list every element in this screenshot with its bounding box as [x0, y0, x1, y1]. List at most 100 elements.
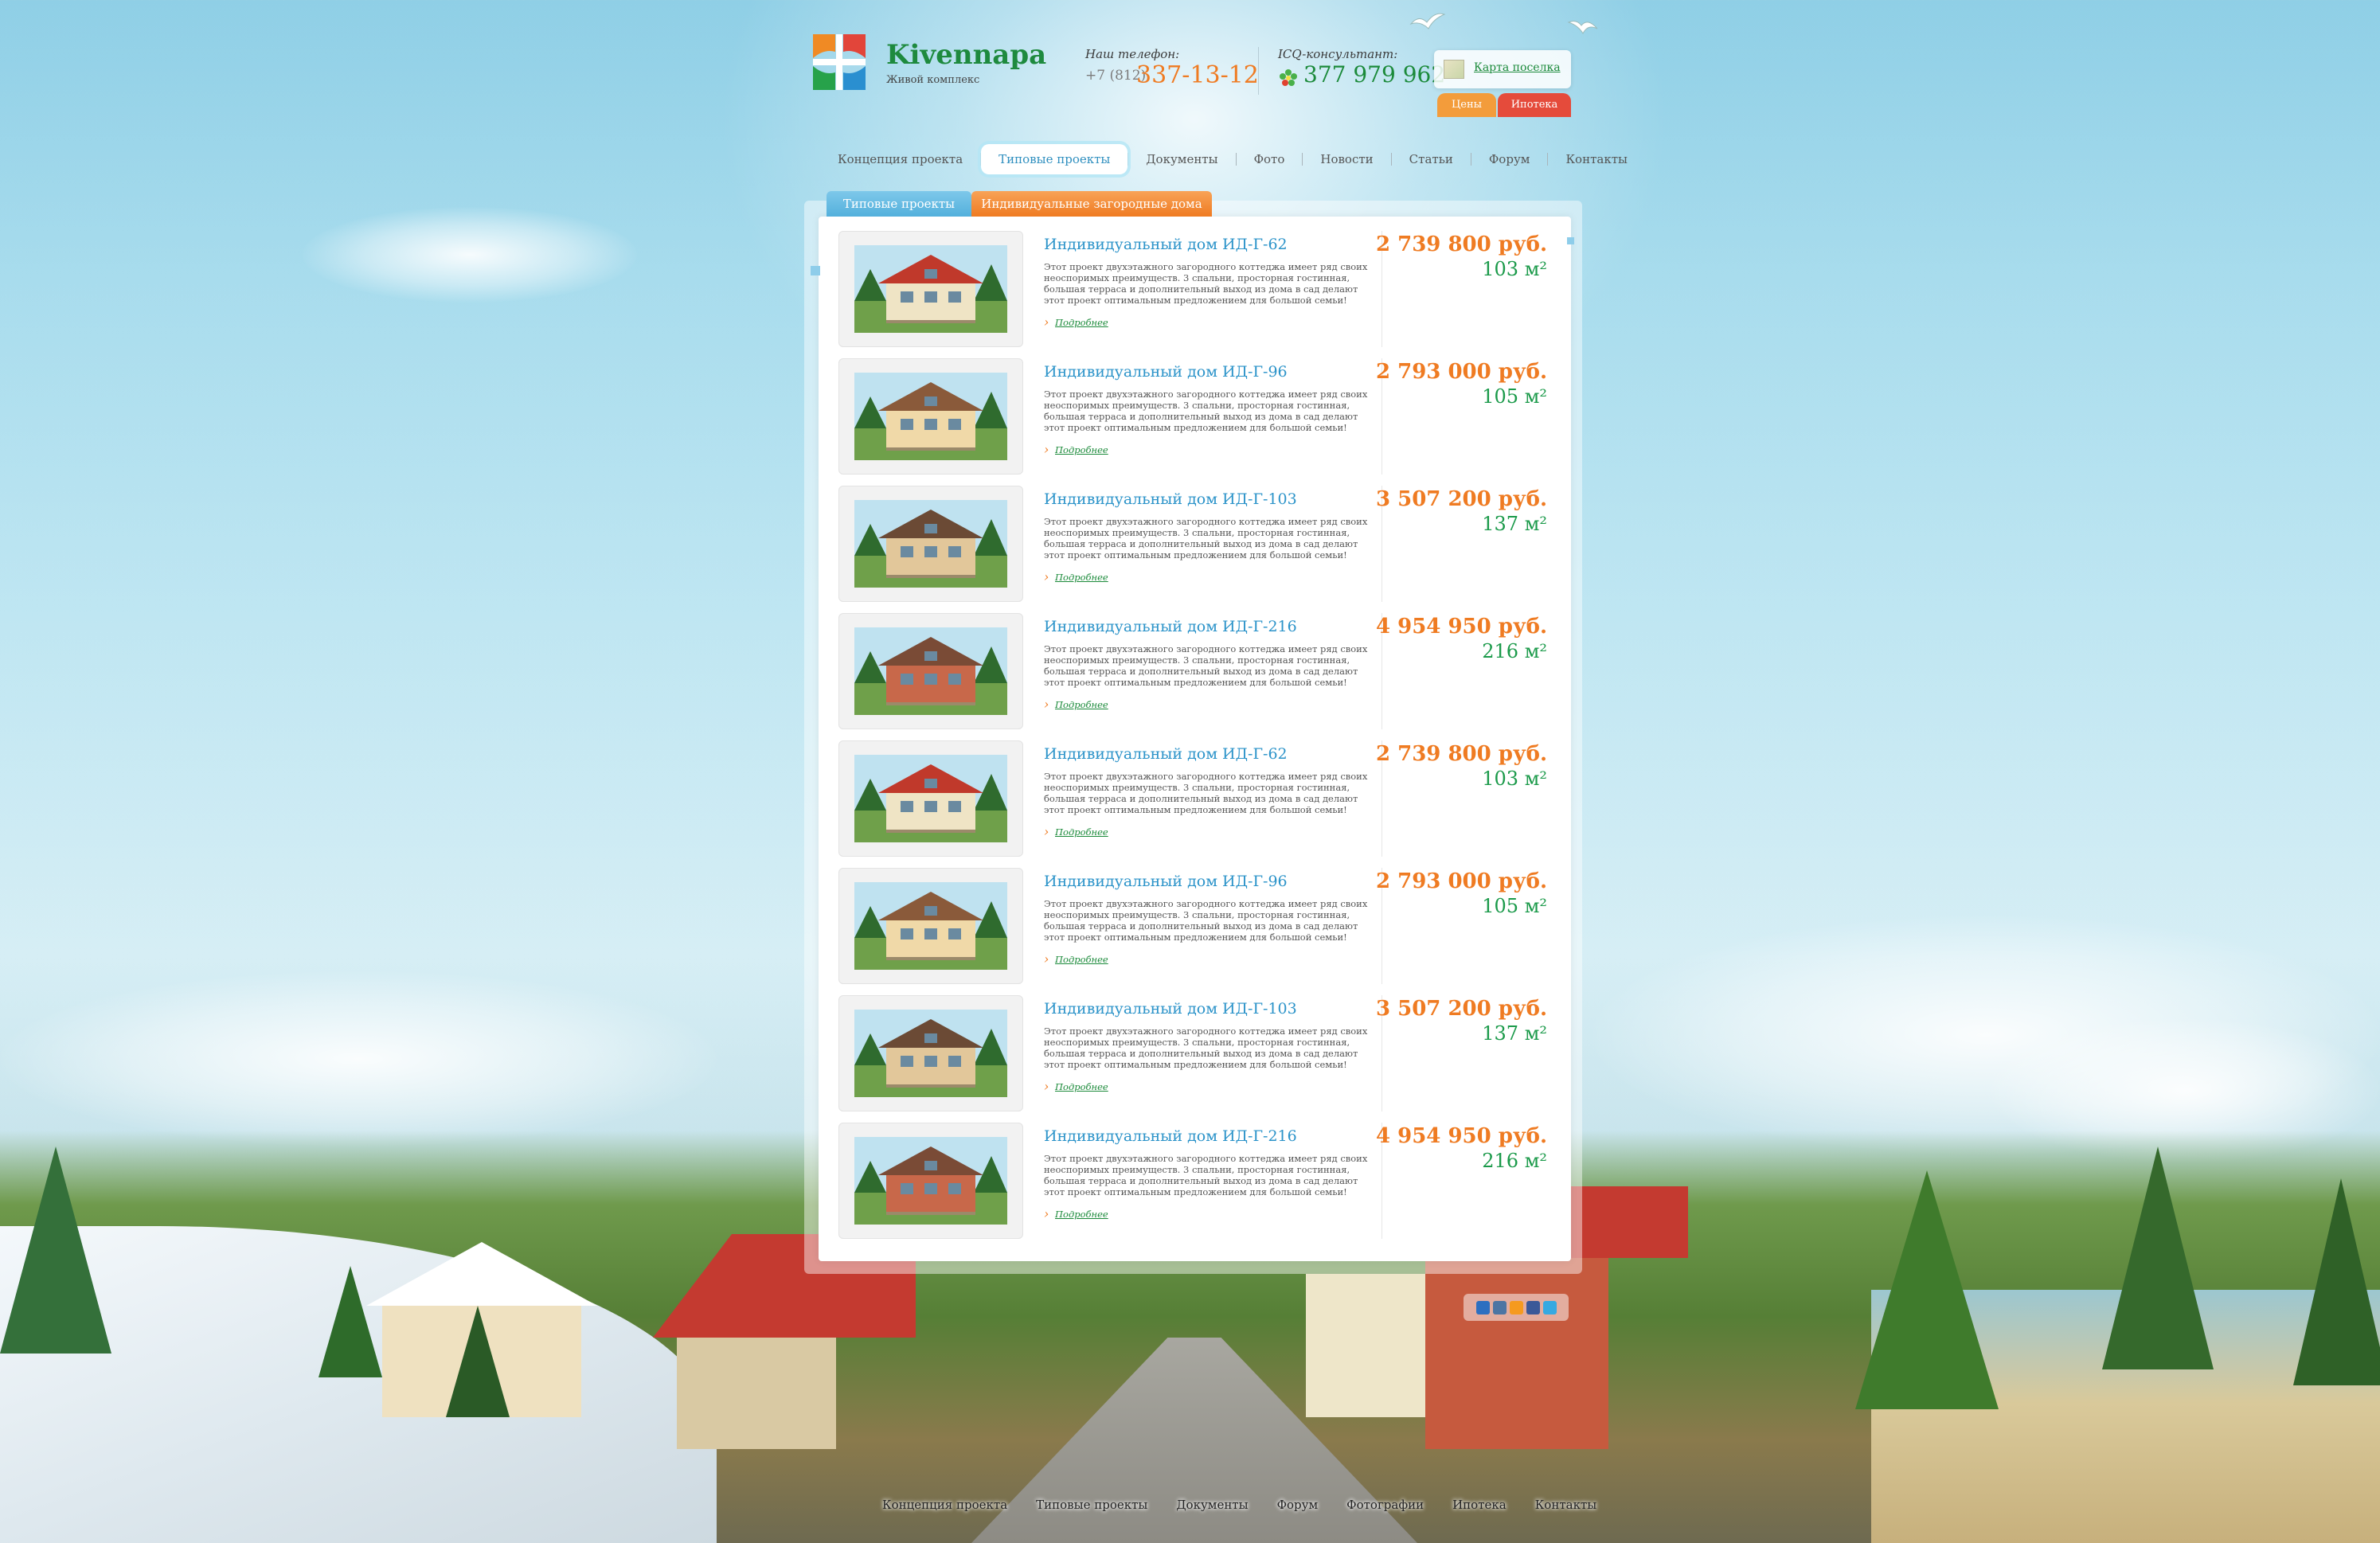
- house-thumbnail[interactable]: [854, 373, 1007, 460]
- house-thumbnail-frame[interactable]: [838, 231, 1023, 347]
- nav-item-photo[interactable]: Фото: [1237, 144, 1303, 174]
- listing-title[interactable]: Индивидуальный дом ИД-Г-216: [1044, 1127, 1297, 1145]
- listing-more-link[interactable]: Подробнее: [1044, 697, 1108, 712]
- listing-description: Этот проект двухэтажного загородного кот…: [1044, 516, 1368, 561]
- listing-title[interactable]: Индивидуальный дом ИД-Г-103: [1044, 1000, 1297, 1018]
- logo-icon[interactable]: [808, 31, 870, 93]
- mail-share-icon[interactable]: [1475, 1300, 1490, 1314]
- house-thumbnail[interactable]: [854, 1137, 1007, 1225]
- phone-number: 337-13-12: [1136, 61, 1259, 89]
- prices-button[interactable]: Цены: [1437, 93, 1496, 117]
- house-thumbnail[interactable]: [854, 882, 1007, 970]
- listing-area: 137 м²: [1482, 1022, 1547, 1045]
- listing-area: 216 м²: [1482, 1150, 1547, 1172]
- listing-item: Индивидуальный дом ИД-Г-62 Этот проект д…: [838, 231, 1571, 347]
- listing-description: Этот проект двухэтажного загородного кот…: [1044, 1025, 1368, 1070]
- listing-price: 2 739 800 руб.: [1375, 742, 1547, 766]
- footer-item-typical-projects[interactable]: Типовые проекты: [1022, 1498, 1162, 1512]
- scene-roof: [366, 1242, 597, 1306]
- listing-item: Индивидуальный дом ИД-Г-103 Этот проект …: [838, 995, 1571, 1111]
- house-thumbnail-frame[interactable]: [838, 613, 1023, 729]
- house-thumbnail-frame[interactable]: [838, 868, 1023, 984]
- listing-description: Этот проект двухэтажного загородного кот…: [1044, 261, 1368, 306]
- tab-typical-projects[interactable]: Типовые проекты: [827, 191, 971, 217]
- odnoklassniki-share-icon[interactable]: [1509, 1300, 1523, 1314]
- house-thumbnail-frame[interactable]: [838, 995, 1023, 1111]
- listing-price: 4 954 950 руб.: [1375, 1124, 1547, 1148]
- listing-more-link[interactable]: Подробнее: [1044, 951, 1108, 967]
- nav-item-documents[interactable]: Документы: [1128, 144, 1235, 174]
- scene-tree: [2293, 1178, 2380, 1385]
- listing-more-link[interactable]: Подробнее: [1044, 824, 1108, 839]
- social-share-bar: [1464, 1294, 1569, 1321]
- listing-price: 2 793 000 руб.: [1375, 869, 1547, 893]
- footer-item-documents[interactable]: Документы: [1162, 1498, 1262, 1512]
- map-icon: [1444, 60, 1464, 79]
- house-thumbnail[interactable]: [854, 500, 1007, 588]
- house-thumbnail-frame[interactable]: [838, 358, 1023, 475]
- listing-description: Этот проект двухэтажного загородного кот…: [1044, 898, 1368, 943]
- listing-more-link[interactable]: Подробнее: [1044, 442, 1108, 457]
- listing-title[interactable]: Индивидуальный дом ИД-Г-96: [1044, 363, 1288, 381]
- village-map-link[interactable]: Карта поселка: [1474, 61, 1561, 74]
- house-thumbnail[interactable]: [854, 245, 1007, 333]
- header-divider: [1258, 47, 1259, 95]
- listing-area: 105 м²: [1482, 385, 1547, 408]
- cloud: [303, 207, 637, 303]
- main-nav: Концепция проекта Типовые проекты Докуме…: [820, 142, 1645, 177]
- footer-item-mortgage[interactable]: Ипотека: [1438, 1498, 1521, 1512]
- brand-tagline: Живой комплекс: [886, 74, 980, 86]
- vk-share-icon[interactable]: [1492, 1300, 1507, 1314]
- scene-house: [677, 1338, 836, 1449]
- footer-item-concept[interactable]: Концепция проекта: [868, 1498, 1022, 1512]
- mortgage-button[interactable]: Ипотека: [1498, 93, 1571, 117]
- house-thumbnail-frame[interactable]: [838, 740, 1023, 857]
- nav-item-news[interactable]: Новости: [1303, 144, 1390, 174]
- house-thumbnail-frame[interactable]: [838, 1123, 1023, 1239]
- tab-individual-houses[interactable]: Индивидуальные загородные дома: [971, 191, 1212, 217]
- scene-tree: [319, 1266, 382, 1377]
- icq-flower-icon: [1280, 69, 1297, 86]
- house-thumbnail[interactable]: [854, 755, 1007, 842]
- twitter-share-icon[interactable]: [1542, 1300, 1557, 1314]
- nav-item-contacts[interactable]: Контакты: [1548, 144, 1645, 174]
- listing-item: Индивидуальный дом ИД-Г-103 Этот проект …: [838, 486, 1571, 602]
- nav-item-typical-projects[interactable]: Типовые проекты: [981, 144, 1128, 174]
- house-thumbnail[interactable]: [854, 1010, 1007, 1097]
- scene-tree: [446, 1306, 510, 1417]
- village-map-box[interactable]: Карта поселка: [1434, 50, 1571, 88]
- listing-title[interactable]: Индивидуальный дом ИД-Г-62: [1044, 236, 1288, 253]
- house-thumbnail-frame[interactable]: [838, 486, 1023, 602]
- facebook-share-icon[interactable]: [1526, 1300, 1540, 1314]
- icq-number: 377 979 962: [1303, 61, 1446, 88]
- footer-item-contacts[interactable]: Контакты: [1521, 1498, 1612, 1512]
- listing-item: Индивидуальный дом ИД-Г-216 Этот проект …: [838, 613, 1571, 729]
- listing-more-link[interactable]: Подробнее: [1044, 1206, 1108, 1221]
- cloud: [0, 971, 717, 1147]
- listing-price: 2 739 800 руб.: [1375, 232, 1547, 256]
- scene-tree: [0, 1147, 111, 1354]
- listing-more-link[interactable]: Подробнее: [1044, 314, 1108, 330]
- listing-more-link[interactable]: Подробнее: [1044, 1079, 1108, 1094]
- listing-more-link[interactable]: Подробнее: [1044, 569, 1108, 584]
- brand-name[interactable]: Kivennapa: [886, 39, 1046, 71]
- listing-area: 103 м²: [1482, 768, 1547, 790]
- nav-item-articles[interactable]: Статьи: [1392, 144, 1471, 174]
- house-thumbnail[interactable]: [854, 627, 1007, 715]
- listing-title[interactable]: Индивидуальный дом ИД-Г-216: [1044, 618, 1297, 635]
- listing-area: 103 м²: [1482, 258, 1547, 280]
- footer-item-photos[interactable]: Фотографии: [1332, 1498, 1438, 1512]
- phone-label: Наш телефон:: [1085, 47, 1180, 61]
- decor-square: [811, 266, 820, 275]
- listing-area: 105 м²: [1482, 895, 1547, 917]
- listing-title[interactable]: Индивидуальный дом ИД-Г-103: [1044, 490, 1297, 508]
- footer-nav: Концепция проекта Типовые проекты Докуме…: [868, 1490, 1611, 1519]
- listing-title[interactable]: Индивидуальный дом ИД-Г-96: [1044, 873, 1288, 890]
- nav-item-forum[interactable]: Форум: [1471, 144, 1548, 174]
- nav-item-concept[interactable]: Концепция проекта: [820, 144, 980, 174]
- site-header: Kivennapa Живой комплекс Наш телефон: +7…: [808, 28, 1573, 123]
- footer-item-forum[interactable]: Форум: [1263, 1498, 1333, 1512]
- scene-tree: [1855, 1170, 1999, 1409]
- listing-item: Индивидуальный дом ИД-Г-62 Этот проект д…: [838, 740, 1571, 857]
- listing-title[interactable]: Индивидуальный дом ИД-Г-62: [1044, 745, 1288, 763]
